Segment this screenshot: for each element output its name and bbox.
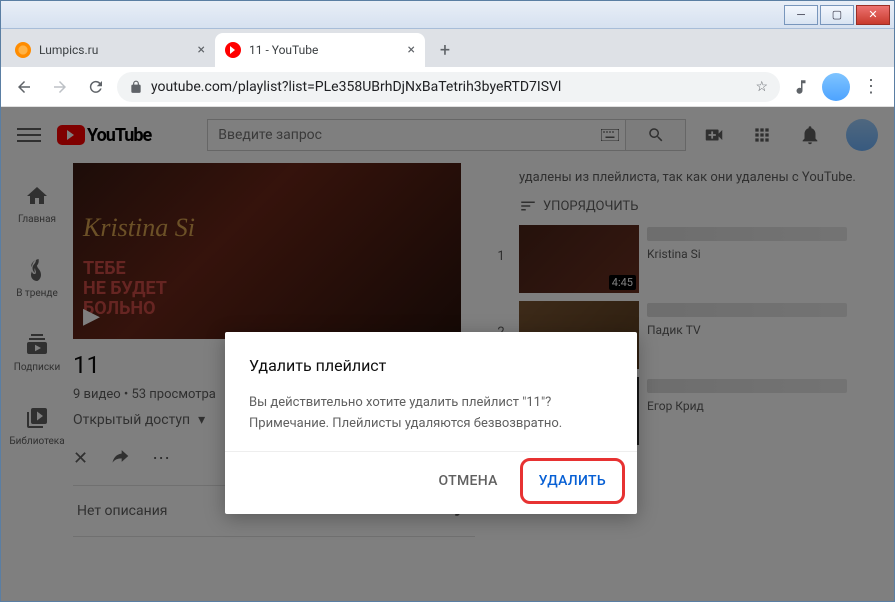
dialog-title: Удалить плейлист xyxy=(249,356,613,375)
tab-close-icon[interactable]: × xyxy=(408,42,415,58)
dialog-message-line1: Вы действительно хотите удалить плейлист… xyxy=(249,393,613,414)
media-control-icon[interactable] xyxy=(786,72,816,102)
tab-title: Lumpics.ru xyxy=(39,43,98,57)
bookmark-star-icon[interactable]: ☆ xyxy=(755,79,768,95)
nav-back-button[interactable] xyxy=(9,72,39,102)
dialog-message-line2: Примечание. Плейлисты удаляются безвозвр… xyxy=(249,414,613,435)
browser-tab-strip: Lumpics.ru × 11 - YouTube × + xyxy=(1,29,894,67)
window-maximize-button[interactable]: ▢ xyxy=(820,5,854,25)
window-titlebar: ─ ▢ ✕ xyxy=(1,1,894,29)
browser-tab-lumpics[interactable]: Lumpics.ru × xyxy=(5,33,215,67)
browser-profile-avatar[interactable] xyxy=(822,73,850,101)
browser-menu-button[interactable]: ⋮ xyxy=(856,72,886,102)
window-close-button[interactable]: ✕ xyxy=(856,5,890,25)
cancel-button[interactable]: ОТМЕНА xyxy=(425,458,512,504)
window-minimize-button[interactable]: ─ xyxy=(784,5,818,25)
confirm-highlight: УДАЛИТЬ xyxy=(520,458,625,504)
lock-icon xyxy=(129,80,143,94)
tab-title: 11 - YouTube xyxy=(249,43,318,57)
tab-close-icon[interactable]: × xyxy=(198,42,205,58)
delete-confirm-button[interactable]: УДАЛИТЬ xyxy=(525,463,620,499)
favicon-youtube-icon xyxy=(225,42,241,58)
new-tab-button[interactable]: + xyxy=(431,36,459,64)
address-bar[interactable]: youtube.com/playlist?list=PLe358UBrhDjNx… xyxy=(117,72,780,102)
browser-tab-youtube[interactable]: 11 - YouTube × xyxy=(215,33,425,67)
favicon-lumpics-icon xyxy=(15,42,31,58)
browser-toolbar: youtube.com/playlist?list=PLe358UBrhDjNx… xyxy=(1,67,894,107)
address-url: youtube.com/playlist?list=PLe358UBrhDjNx… xyxy=(151,79,561,95)
nav-reload-button[interactable] xyxy=(81,72,111,102)
delete-playlist-dialog: Удалить плейлист Вы действительно хотите… xyxy=(225,332,637,514)
nav-forward-button xyxy=(45,72,75,102)
